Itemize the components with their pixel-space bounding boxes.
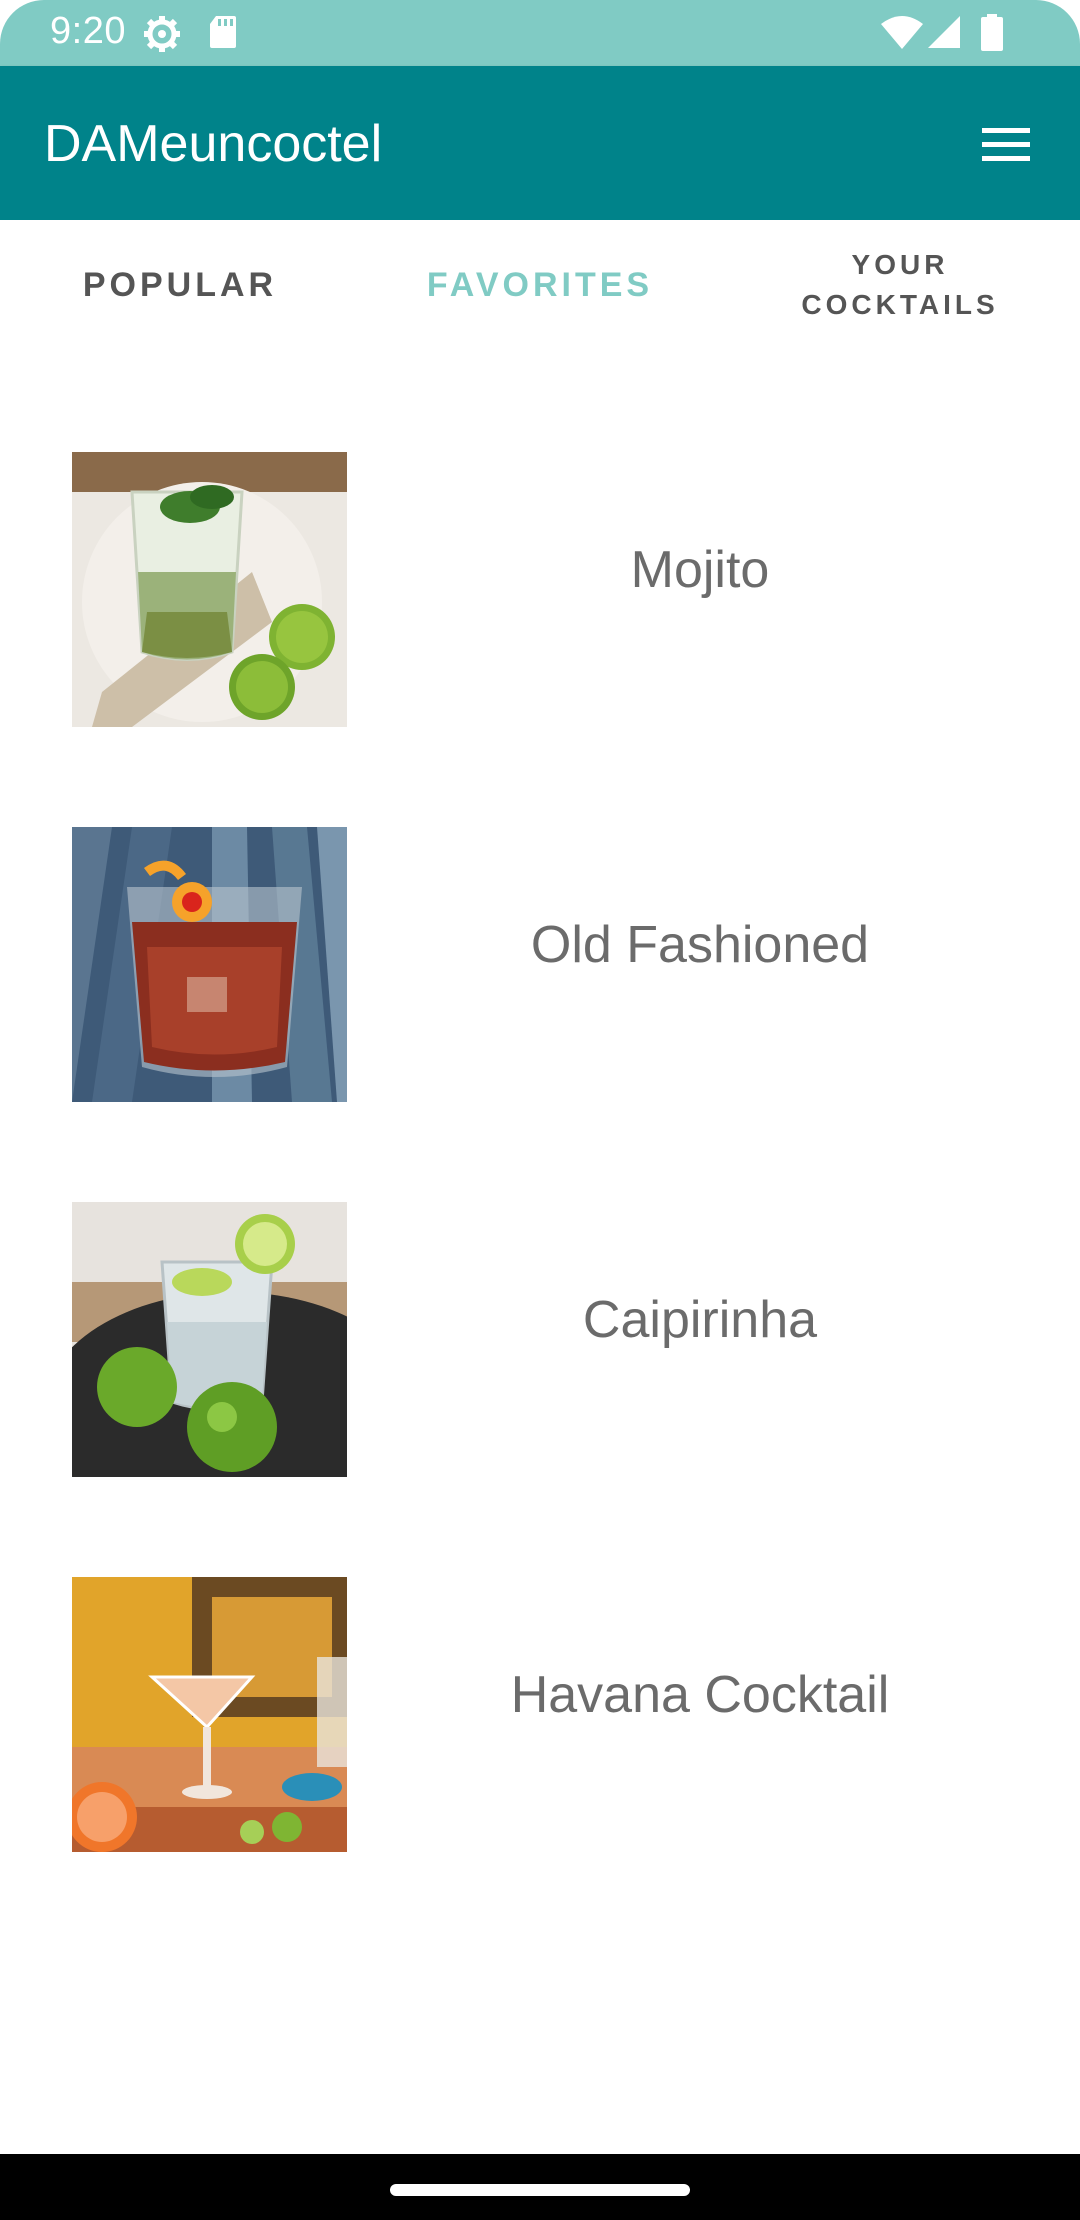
menu-button[interactable] [976, 120, 1036, 170]
navigation-bar [0, 2154, 1080, 2220]
app-title: DAMeuncoctel [44, 115, 383, 173]
app-bar: DAMeuncoctel [0, 66, 1080, 220]
hamburger-menu-icon [982, 128, 1030, 161]
list-item[interactable]: Old Fashioned [0, 725, 1080, 1102]
list-item[interactable]: Caipirinha [0, 1100, 1080, 1477]
status-bar: 9:20 [0, 0, 1080, 66]
tab-favorites[interactable]: FAVORITES [360, 220, 720, 350]
wifi-icon [881, 16, 923, 49]
tab-bar: POPULAR FAVORITES YOUR COCKTAILS [0, 220, 1080, 350]
home-gesture-handle[interactable] [390, 2184, 690, 2196]
cocktail-name: Havana Cocktail [510, 1666, 890, 1724]
cocktail-image [72, 1202, 347, 1477]
tab-your-cocktails[interactable]: YOUR COCKTAILS [720, 220, 1080, 350]
signal-icon [928, 16, 960, 48]
havana-cocktail-photo [72, 1577, 347, 1852]
tab-your-cocktails-label: YOUR COCKTAILS [801, 249, 999, 320]
sd-card-icon [210, 16, 236, 48]
gear-icon [144, 16, 180, 52]
cocktail-image [72, 1577, 347, 1852]
tab-popular[interactable]: POPULAR [0, 220, 360, 350]
battery-icon [981, 14, 1003, 51]
list-item[interactable]: Mojito [0, 350, 1080, 727]
old-fashioned-photo [72, 827, 347, 1102]
tab-popular-label: POPULAR [82, 265, 278, 304]
cocktail-name: Mojito [630, 541, 770, 599]
cocktail-name: Caipirinha [582, 1291, 818, 1349]
cocktail-name: Old Fashioned [530, 916, 870, 974]
tab-favorites-label: FAVORITES [426, 265, 654, 304]
cocktail-image [72, 452, 347, 727]
caipirinha-photo [72, 1202, 347, 1477]
status-time: 9:20 [50, 10, 126, 52]
mojito-photo [72, 452, 347, 727]
cocktail-image [72, 827, 347, 1102]
list-item[interactable]: Havana Cocktail [0, 1475, 1080, 1852]
